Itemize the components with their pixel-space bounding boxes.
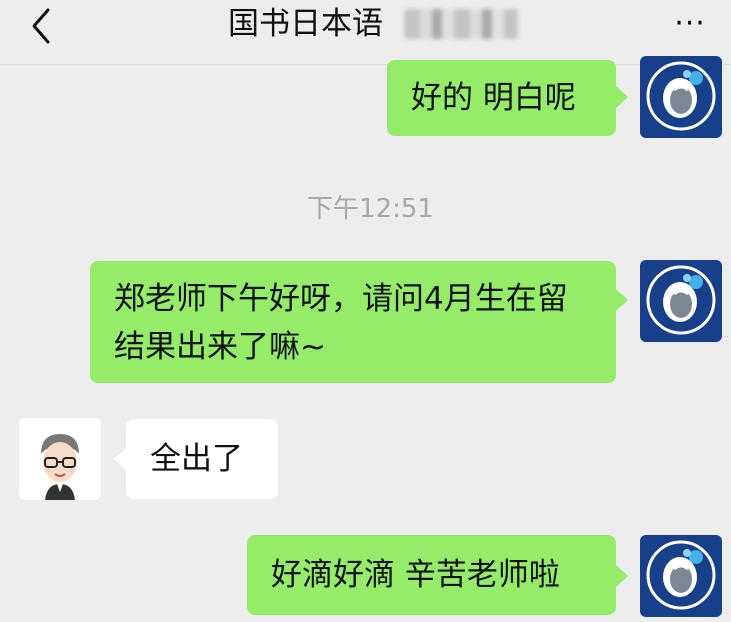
my-avatar[interactable] bbox=[640, 260, 722, 342]
bubble-tail bbox=[616, 86, 628, 108]
message-bubble[interactable]: 好滴好滴 辛苦老师啦 bbox=[247, 535, 616, 615]
message-text: 好的 明白呢 bbox=[411, 80, 576, 116]
my-avatar[interactable] bbox=[640, 535, 722, 617]
message-bubble[interactable]: 郑老师下午好呀，请问4月生在留结果出来了嘛~ bbox=[90, 261, 616, 383]
bubble-tail bbox=[616, 289, 628, 311]
my-avatar[interactable] bbox=[640, 56, 722, 138]
chat-header: 国书日本语 ··· bbox=[0, 0, 731, 65]
message-text: 郑老师下午好呀，请问4月生在留结果出来了嘛~ bbox=[114, 281, 568, 365]
whale-logo-icon bbox=[646, 265, 716, 335]
whale-logo-icon bbox=[646, 61, 716, 131]
bubble-tail bbox=[616, 565, 628, 587]
more-button[interactable]: ··· bbox=[666, 9, 714, 39]
cartoon-man-avatar-icon bbox=[41, 434, 79, 500]
back-button[interactable] bbox=[24, 6, 64, 46]
message-bubble[interactable]: 好的 明白呢 bbox=[387, 60, 616, 136]
message-bubble[interactable]: 全出了 bbox=[126, 419, 278, 499]
bubble-tail bbox=[114, 448, 126, 470]
message-text: 好滴好滴 辛苦老师啦 bbox=[271, 557, 560, 593]
blurred-title-suffix bbox=[404, 9, 518, 39]
chat-title: 国书日本语 bbox=[228, 6, 383, 42]
timestamp: 下午12:51 bbox=[307, 194, 434, 224]
message-text: 全出了 bbox=[150, 441, 243, 477]
whale-logo-icon bbox=[646, 540, 716, 610]
chevron-left-icon bbox=[32, 8, 50, 44]
teacher-avatar[interactable] bbox=[19, 418, 101, 500]
